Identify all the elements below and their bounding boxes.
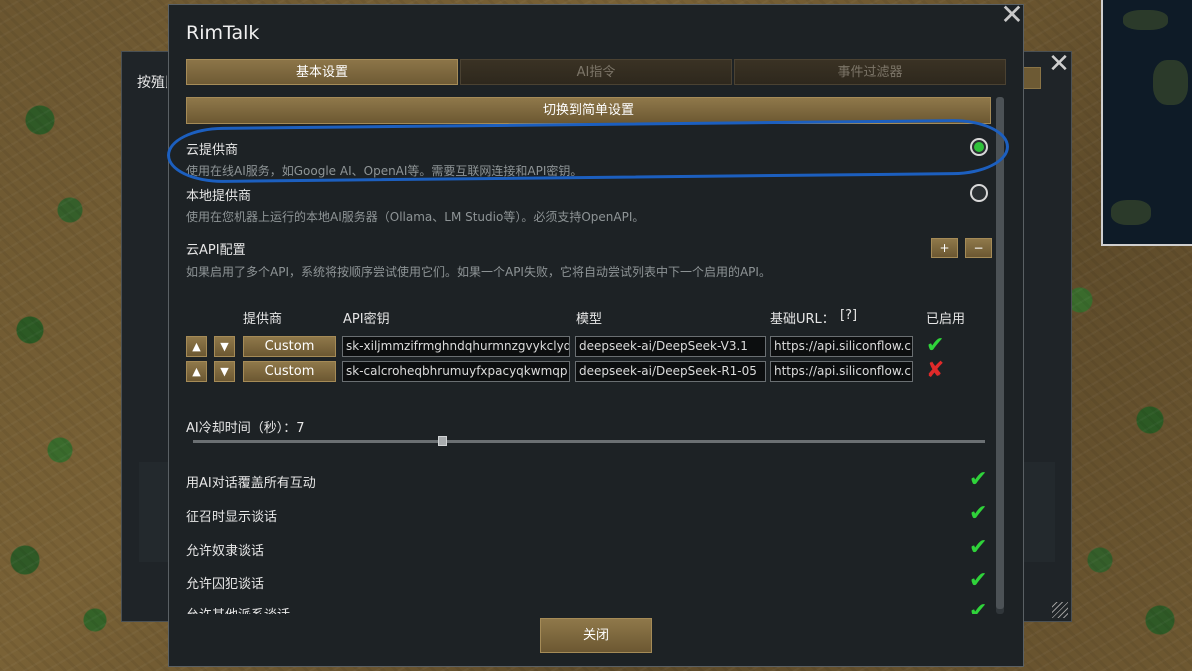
model-input[interactable]: deepseek-ai/DeepSeek-R1-05 [575, 361, 766, 382]
move-down-button[interactable]: ▼ [214, 361, 235, 382]
ai-cooldown-slider-handle[interactable] [438, 436, 448, 446]
add-api-button[interactable]: + [931, 238, 958, 258]
cloud-provider-title: 云提供商 [186, 143, 239, 158]
background-close-icon[interactable]: ✕ [1047, 51, 1071, 77]
minimap-landmass [1111, 200, 1151, 225]
cloud-provider-radio[interactable] [970, 138, 988, 156]
override-interactions-check-icon[interactable]: ✔ [969, 469, 987, 491]
toggle-label-override-interactions: 用AI对话覆盖所有互动 [186, 476, 316, 491]
toggle-label-allow-other-factions: 允许其他派系谈话 [186, 604, 290, 614]
switch-to-simple-settings-button[interactable]: 切换到简单设置 [186, 97, 991, 124]
api-key-input[interactable]: sk-calcroheqbhrumuyfxpacyqkwmqp [342, 361, 570, 382]
background-dialog-title: 按殖民 [137, 75, 167, 91]
column-header-api-key: API密钥 [343, 312, 390, 327]
api-key-input[interactable]: sk-xiljmmzifrmghndqhurmnzgvykclyq [342, 336, 570, 357]
cloud-api-config-description: 如果启用了多个API，系统将按顺序尝试使用它们。如果一个API失败，它将自动尝试… [186, 265, 771, 279]
tab-ai-instructions[interactable]: AI指令 [460, 59, 732, 85]
minimap-landmass [1123, 10, 1168, 30]
ai-cooldown-slider[interactable] [193, 440, 985, 443]
tab-basic-settings[interactable]: 基本设置 [186, 59, 458, 85]
world-minimap[interactable] [1101, 0, 1192, 246]
base-url-input[interactable]: https://api.siliconflow.cn [770, 336, 913, 357]
provider-select-button[interactable]: Custom [243, 361, 336, 382]
model-input[interactable]: deepseek-ai/DeepSeek-V3.1 [575, 336, 766, 357]
local-provider-radio[interactable] [970, 184, 988, 202]
move-down-button[interactable]: ▼ [214, 336, 235, 357]
move-up-button[interactable]: ▲ [186, 361, 207, 382]
close-icon[interactable]: ✕ [1000, 1, 1024, 29]
toggle-label-allow-prisoners: 允许囚犯谈话 [186, 577, 265, 592]
toggle-label-show-when-drafted: 征召时显示谈话 [186, 510, 278, 525]
show-when-drafted-check-icon[interactable]: ✔ [969, 503, 987, 525]
tab-event-filter[interactable]: 事件过滤器 [734, 59, 1006, 85]
base-url-help-link[interactable]: [?] [840, 308, 857, 323]
cloud-api-config-title: 云API配置 [186, 243, 246, 258]
enabled-check-icon[interactable]: ✔ [926, 335, 944, 357]
disabled-cross-icon[interactable]: ✘ [926, 360, 944, 382]
dialog-title: RimTalk [186, 22, 260, 44]
allow-other-factions-check-icon[interactable]: ✔ [969, 601, 987, 615]
local-provider-description: 使用在您机器上运行的本地AI服务器（Ollama、LM Studio等）。必须支… [186, 210, 645, 224]
scrollbar-thumb[interactable] [996, 97, 1004, 609]
local-provider-title: 本地提供商 [186, 189, 252, 204]
ai-cooldown-label: AI冷却时间（秒）：7 [186, 421, 305, 436]
remove-api-button[interactable]: − [965, 238, 992, 258]
column-header-provider: 提供商 [243, 312, 283, 327]
cloud-provider-description: 使用在线AI服务，如Google AI、OpenAI等。需要互联网连接和API密… [186, 164, 583, 178]
minimap-landmass [1153, 60, 1188, 105]
resize-grip-icon[interactable] [1052, 602, 1068, 618]
column-header-base-url: 基础URL： [770, 312, 835, 327]
scroll-clip-region: 允许其他派系谈话 ✔ [180, 600, 1000, 615]
provider-select-button[interactable]: Custom [243, 336, 336, 357]
column-header-enabled: 已启用 [926, 312, 966, 327]
base-url-input[interactable]: https://api.siliconflow.cn [770, 361, 913, 382]
allow-prisoners-check-icon[interactable]: ✔ [969, 570, 987, 592]
column-header-model: 模型 [576, 312, 603, 327]
allow-slaves-check-icon[interactable]: ✔ [969, 537, 987, 559]
close-button[interactable]: 关闭 [540, 618, 652, 653]
move-up-button[interactable]: ▲ [186, 336, 207, 357]
toggle-label-allow-slaves: 允许奴隶谈话 [186, 544, 265, 559]
